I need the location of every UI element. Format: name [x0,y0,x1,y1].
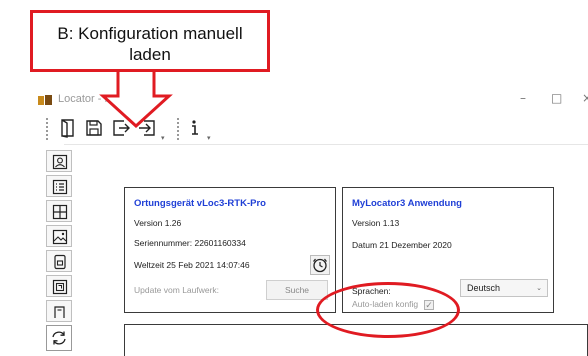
update-drive-label: Update vom Laufwerk: [134,285,220,295]
tablet-icon [54,254,66,270]
language-value: Deutsch [467,283,501,293]
sidebar-refresh-button[interactable] [46,325,72,351]
highlight-ellipse [316,282,460,338]
sidebar-grid-button[interactable] [46,200,72,222]
callout-arrow [99,72,173,129]
sidebar-image-button[interactable] [46,225,72,247]
printer-icon [54,306,65,318]
sidebar-device-button[interactable] [46,275,72,297]
refresh-icon [52,331,66,345]
app-date: Datum 21 Dezember 2020 [352,240,452,250]
device-panel-title: Ortungsgerät vLoc3-RTK-Pro [134,198,266,209]
device-version: Version 1.26 [134,218,182,228]
device-icon [52,279,68,295]
image-icon [52,229,68,245]
set-time-button[interactable] [310,255,330,275]
list-icon [52,179,68,195]
chevron-down-icon: ⌄ [536,285,542,292]
device-worldtime: Weltzeit 25 Feb 2021 14:07:46 [134,260,250,270]
app-panel-title: MyLocator3 Anwendung [352,198,462,209]
sidebar-printer-button[interactable] [46,300,72,322]
sidebar-list-button[interactable] [46,175,72,197]
clock-icon [313,258,327,273]
device-serial: Seriennummer: 22601160334 [134,238,246,248]
search-button[interactable]: Suche [266,280,328,300]
app-version: Version 1.13 [352,218,400,228]
sidebar-tablet-button[interactable] [46,250,72,272]
language-select[interactable]: Deutsch ⌄ [460,279,548,297]
grid-icon [52,204,68,220]
